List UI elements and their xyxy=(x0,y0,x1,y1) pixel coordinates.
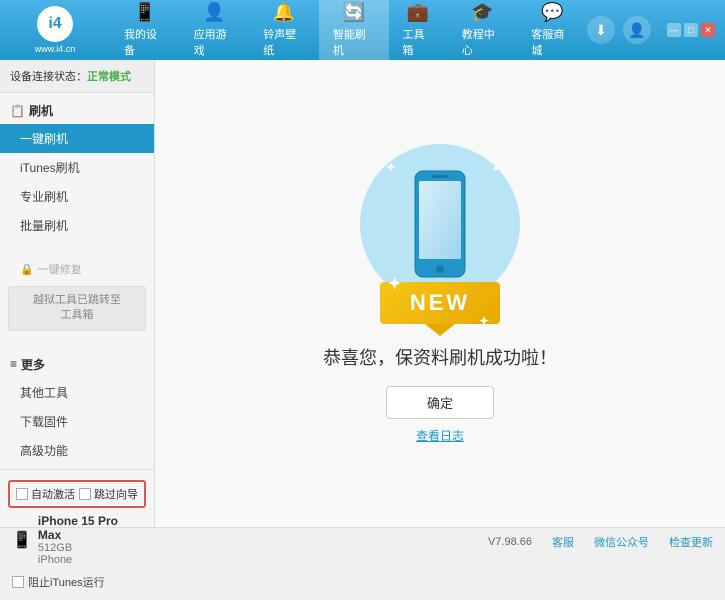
sidebar-item-pro-flash[interactable]: 专业刷机 xyxy=(0,182,154,211)
sidebar-section-repair: 🔒 一键修复 越狱工具已跳转至工具箱 xyxy=(0,252,154,339)
logo: i4 www.i4.cn xyxy=(10,6,100,54)
logo-icon: i4 xyxy=(37,6,73,42)
guide-export-label: 跳过向导 xyxy=(94,486,138,502)
nav-apps[interactable]: 👤 应用游戏 xyxy=(180,0,250,64)
footer-version: V7.98.66 xyxy=(488,536,532,548)
device-type: iPhone xyxy=(38,554,142,566)
sidebar-section-flash: 📋 刷机 一键刷机 iTunes刷机 专业刷机 批量刷机 xyxy=(0,93,154,244)
sparkle-new-right: ✦ xyxy=(479,314,492,328)
maximize-button[interactable]: □ xyxy=(684,23,698,37)
window-controls: — □ ✕ xyxy=(667,23,715,37)
nav-tutorial-label: 教程中心 xyxy=(462,26,504,58)
nav-tutorial[interactable]: 🎓 教程中心 xyxy=(448,0,518,64)
nav-my-device[interactable]: 📱 我的设备 xyxy=(110,0,180,64)
guide-export-checkbox[interactable] xyxy=(79,488,91,500)
sidebar: 设备连接状态：正常模式 📋 刷机 一键刷机 iTunes刷机 专业刷机 批量刷机 xyxy=(0,60,155,527)
nav-apps-label: 应用游戏 xyxy=(194,26,236,58)
nav-toolbox[interactable]: 💼 工具箱 xyxy=(389,0,448,64)
content-area: ✦ ✦ xyxy=(155,60,725,527)
header: i4 www.i4.cn 📱 我的设备 👤 应用游戏 🔔 铃声壁纸 🔄 智能刷机… xyxy=(0,0,725,60)
phone-illustration xyxy=(410,169,470,279)
lock-icon: 🔒 xyxy=(20,263,34,276)
nav-ringtone[interactable]: 🔔 铃声壁纸 xyxy=(249,0,319,64)
nav-ringtone-label: 铃声壁纸 xyxy=(263,26,305,58)
nav-my-device-label: 我的设备 xyxy=(124,26,166,58)
itunes-label: 阻止iTunes运行 xyxy=(28,574,105,590)
repair-disabled-text: 越狱工具已跳转至工具箱 xyxy=(33,294,121,321)
device-info: 📱 iPhone 15 Pro Max 512GB iPhone xyxy=(4,510,150,570)
sidebar-item-download-firmware[interactable]: 下载固件 xyxy=(0,407,154,436)
tutorial-icon: 🎓 xyxy=(471,2,493,23)
sparkle-top-right: ✦ xyxy=(492,164,500,175)
auto-activate-checkbox-label[interactable]: 自动激活 xyxy=(16,486,75,502)
toolbox-icon: 💼 xyxy=(407,2,429,23)
nav-toolbox-label: 工具箱 xyxy=(403,26,434,58)
sidebar-item-itunes-flash[interactable]: iTunes刷机 xyxy=(0,153,154,182)
banner-triangle xyxy=(425,324,455,336)
apps-icon: 👤 xyxy=(203,2,225,23)
minimize-button[interactable]: — xyxy=(667,23,681,37)
device-storage: 512GB xyxy=(38,542,142,554)
status-label: 设备连接状态： xyxy=(10,71,87,83)
flash-header-icon: 📋 xyxy=(10,104,25,118)
success-title: 恭喜您，保资料刷机成功啦！ xyxy=(323,344,557,370)
itunes-checkbox[interactable] xyxy=(12,576,24,588)
sidebar-section-more: ≡ 更多 其他工具 下载固件 高级功能 xyxy=(0,347,154,469)
user-button[interactable]: 👤 xyxy=(623,16,651,44)
service-icon: 💬 xyxy=(541,2,563,23)
new-banner-container: ✦ NEW ✦ xyxy=(380,282,500,324)
nav-bar: 📱 我的设备 👤 应用游戏 🔔 铃声壁纸 🔄 智能刷机 💼 工具箱 🎓 教程中心… xyxy=(110,0,587,64)
repair-header-disabled: 🔒 一键修复 xyxy=(0,256,154,282)
sidebar-bottom: 自动激活 跳过向导 📱 iPhone 15 Pro Max 512GB iPho… xyxy=(0,469,154,600)
status-value: 正常模式 xyxy=(87,71,131,83)
nav-service-label: 客服商城 xyxy=(531,26,573,58)
close-button[interactable]: ✕ xyxy=(701,23,715,37)
new-badge: ✦ NEW ✦ xyxy=(380,282,500,324)
nav-service[interactable]: 💬 客服商城 xyxy=(517,0,587,64)
footer-check-update[interactable]: 检查更新 xyxy=(669,534,713,550)
device-phone-icon: 📱 xyxy=(12,530,32,550)
nav-smart-flash[interactable]: 🔄 智能刷机 xyxy=(319,0,389,64)
more-header-icon: ≡ xyxy=(10,357,17,371)
confirm-button[interactable]: 确定 xyxy=(386,386,494,419)
my-device-icon: 📱 xyxy=(134,2,156,23)
ringtone-icon: 🔔 xyxy=(273,2,295,23)
sparkle-top-left: ✦ xyxy=(385,159,397,176)
sidebar-item-other-tools[interactable]: 其他工具 xyxy=(0,378,154,407)
illustration: ✦ ✦ xyxy=(360,144,520,324)
sparkle-new-left: ✦ xyxy=(388,274,404,294)
new-text: NEW xyxy=(410,290,470,315)
itunes-row[interactable]: 阻止iTunes运行 xyxy=(4,570,150,594)
sidebar-item-one-click-flash[interactable]: 一键刷机 xyxy=(0,124,154,153)
sidebar-status: 设备连接状态：正常模式 xyxy=(0,60,154,93)
main-layout: 设备连接状态：正常模式 📋 刷机 一键刷机 iTunes刷机 专业刷机 批量刷机 xyxy=(0,60,725,527)
device-auto-row: 自动激活 跳过向导 xyxy=(8,480,146,508)
auto-activate-checkbox[interactable] xyxy=(16,488,28,500)
download-button[interactable]: ⬇ xyxy=(587,16,615,44)
device-details: iPhone 15 Pro Max 512GB iPhone xyxy=(38,514,142,566)
log-link[interactable]: 查看日志 xyxy=(416,427,464,444)
footer-customer-service[interactable]: 客服 xyxy=(552,534,574,550)
auto-activate-label: 自动激活 xyxy=(31,486,75,502)
footer-wechat[interactable]: 微信公众号 xyxy=(594,534,649,550)
section-more-header: ≡ 更多 xyxy=(0,351,154,378)
smart-flash-icon: 🔄 xyxy=(342,2,364,23)
device-name: iPhone 15 Pro Max xyxy=(38,514,142,542)
repair-disabled-box: 越狱工具已跳转至工具箱 xyxy=(8,286,146,331)
sidebar-item-advanced[interactable]: 高级功能 xyxy=(0,436,154,465)
sidebar-item-batch-flash[interactable]: 批量刷机 xyxy=(0,211,154,240)
header-actions: ⬇ 👤 — □ ✕ xyxy=(587,16,715,44)
nav-smart-flash-label: 智能刷机 xyxy=(333,26,375,58)
guide-export-checkbox-label[interactable]: 跳过向导 xyxy=(79,486,138,502)
logo-text: www.i4.cn xyxy=(35,44,76,54)
section-flash-header: 📋 刷机 xyxy=(0,97,154,124)
phone-circle: ✦ ✦ xyxy=(360,144,520,304)
